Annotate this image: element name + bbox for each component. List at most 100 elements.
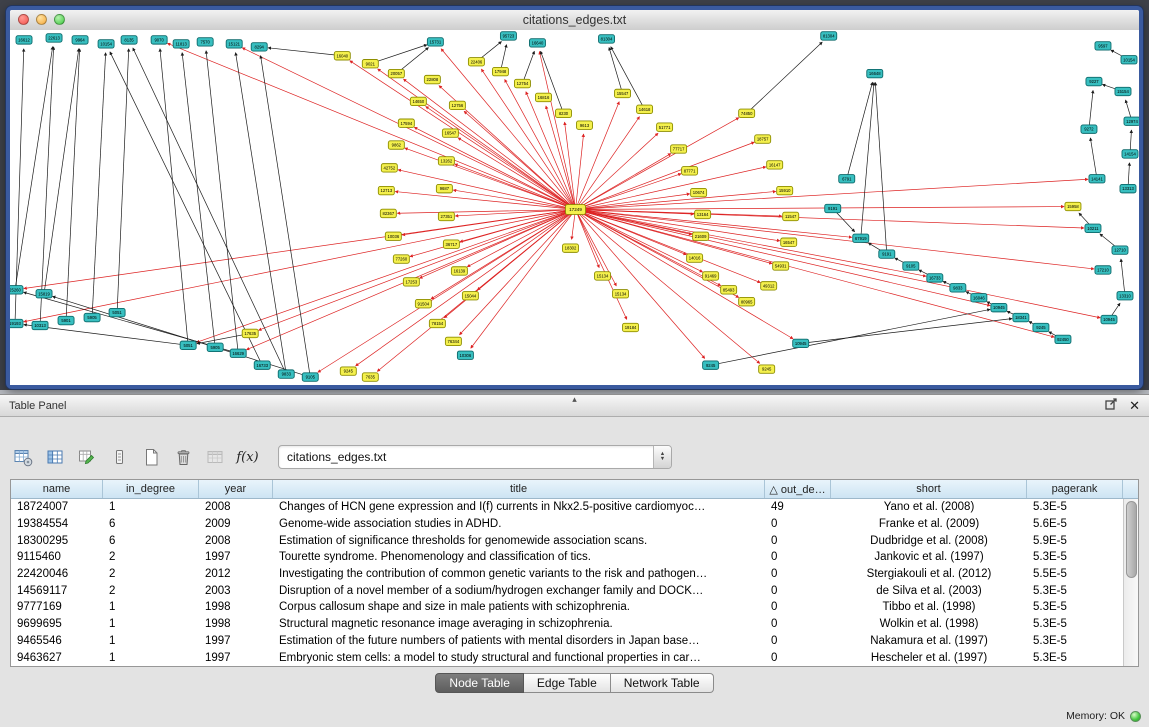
graph-node[interactable]: 5051 bbox=[109, 308, 125, 316]
graph-node[interactable]: 16147 bbox=[767, 161, 783, 169]
graph-node[interactable]: 80965 bbox=[739, 297, 755, 305]
graph-node[interactable]: 91504 bbox=[415, 299, 431, 307]
vertical-scrollbar[interactable] bbox=[1123, 499, 1138, 666]
graph-node[interactable]: 14650 bbox=[410, 97, 426, 105]
graph-node[interactable]: 19184 bbox=[623, 323, 639, 331]
graph-node[interactable]: 15819 bbox=[36, 290, 52, 298]
graph-node[interactable]: 36717 bbox=[443, 240, 459, 248]
graph-node[interactable]: 13310 bbox=[1117, 292, 1133, 300]
edit-table-icon[interactable] bbox=[74, 444, 101, 471]
graph-node[interactable]: 5901 bbox=[58, 316, 74, 324]
graph-node[interactable]: 17948 bbox=[492, 67, 508, 75]
column-header-name[interactable]: name bbox=[11, 480, 103, 498]
graph-node[interactable]: 12756 bbox=[449, 101, 465, 109]
graph-node[interactable]: 27351 bbox=[438, 212, 454, 220]
graph-node[interactable]: 77717 bbox=[671, 145, 687, 153]
table-row[interactable]: 1872400712008Changes of HCN gene express… bbox=[11, 499, 1123, 516]
network-window-titlebar[interactable]: citations_edges.txt bbox=[10, 10, 1139, 31]
graph-node[interactable]: 13313 bbox=[1120, 184, 1136, 192]
splitter-handle-icon[interactable]: ▴ bbox=[572, 395, 577, 404]
graph-node[interactable]: 9833 bbox=[278, 370, 294, 378]
graph-node[interactable]: 74850 bbox=[739, 109, 755, 117]
graph-node[interactable]: 15910 bbox=[777, 186, 793, 194]
graph-node[interactable]: 10945 bbox=[793, 339, 809, 347]
graph-node[interactable]: 10674 bbox=[691, 188, 707, 196]
graph-node[interactable]: 15731 bbox=[427, 38, 443, 46]
graph-node[interactable]: 92450 bbox=[1055, 335, 1071, 343]
tab-edge-table[interactable]: Edge Table bbox=[524, 673, 611, 693]
graph-node[interactable]: 16046 bbox=[971, 294, 987, 302]
graph-node[interactable]: 21609 bbox=[693, 232, 709, 240]
graph-node[interactable]: 16139 bbox=[451, 267, 467, 275]
graph-node[interactable]: 16816 bbox=[535, 93, 551, 101]
graph-node[interactable]: 17594 bbox=[398, 119, 414, 127]
graph-node[interactable]: 12974 bbox=[1124, 117, 1139, 125]
graph-node[interactable]: 22808 bbox=[424, 75, 440, 83]
graph-node[interactable]: 16040 bbox=[334, 52, 350, 60]
graph-node[interactable]: 8135 bbox=[121, 36, 137, 44]
graph-node[interactable]: 82367 bbox=[380, 209, 396, 217]
graph-node[interactable]: 16629 bbox=[230, 349, 246, 357]
graph-node[interactable]: 11547 bbox=[783, 212, 799, 220]
graph-node[interactable]: 78154 bbox=[429, 319, 445, 327]
graph-node[interactable]: 9105 bbox=[903, 262, 919, 270]
graph-node[interactable]: 14016 bbox=[687, 254, 703, 262]
graph-node[interactable]: 18302 bbox=[562, 244, 578, 252]
graph-node[interactable]: 16612 bbox=[16, 36, 32, 44]
graph-node[interactable]: 10154 bbox=[98, 40, 114, 48]
graph-node[interactable]: 76344 bbox=[445, 337, 461, 345]
delete-icon[interactable] bbox=[170, 444, 197, 471]
float-panel-icon[interactable] bbox=[1105, 397, 1118, 415]
graph-node[interactable]: 10211 bbox=[1085, 224, 1101, 232]
graph-node[interactable]: 8294 bbox=[251, 43, 267, 51]
graph-node[interactable]: 5051 bbox=[180, 341, 196, 349]
graph-node[interactable]: 10154 bbox=[1121, 56, 1137, 64]
graph-node[interactable]: 13262 bbox=[438, 157, 454, 165]
graph-node[interactable]: 16648 bbox=[867, 69, 883, 77]
graph-node[interactable]: 17635 bbox=[242, 329, 258, 337]
graph-node[interactable]: 17210 bbox=[1095, 266, 1111, 274]
close-panel-icon[interactable]: ✕ bbox=[1129, 399, 1140, 412]
graph-node[interactable]: 16547 bbox=[442, 129, 458, 137]
graph-node[interactable]: 12710 bbox=[1112, 246, 1128, 254]
graph-node[interactable]: 14141 bbox=[1089, 175, 1105, 183]
table-row[interactable]: 946362711997Embryonic stem cells: a mode… bbox=[11, 649, 1123, 666]
graph-node[interactable]: 9862 bbox=[388, 141, 404, 149]
graph-node[interactable]: 9687 bbox=[436, 184, 452, 192]
graph-node[interactable]: 11813 bbox=[173, 40, 189, 48]
graph-node[interactable]: 9597 bbox=[1095, 42, 1111, 50]
graph-node[interactable]: 9021 bbox=[362, 60, 378, 68]
graph-node[interactable]: 14618 bbox=[637, 105, 653, 113]
rename-column-icon[interactable] bbox=[106, 444, 133, 471]
graph-node[interactable]: 7570 bbox=[197, 38, 213, 46]
graph-node[interactable]: 18341 bbox=[1013, 313, 1029, 321]
graph-node[interactable]: 15154 bbox=[1115, 87, 1131, 95]
table-selector-dropdown[interactable]: citations_edges.txt ▲▼ bbox=[278, 445, 672, 469]
graph-node[interactable]: 10036 bbox=[385, 232, 401, 240]
graph-node[interactable]: 15044 bbox=[462, 292, 478, 300]
graph-node[interactable]: 25260 bbox=[10, 286, 23, 294]
graph-node[interactable]: 81304 bbox=[599, 35, 615, 43]
graph-node[interactable]: 22613 bbox=[46, 34, 62, 42]
column-header-in_degree[interactable]: in_degree bbox=[103, 480, 199, 498]
graph-node[interactable]: 22406 bbox=[468, 58, 484, 66]
close-window-button[interactable] bbox=[18, 14, 29, 25]
graph-node[interactable]: 10945 bbox=[991, 303, 1007, 311]
graph-node[interactable]: 17249 bbox=[565, 205, 585, 215]
graph-node[interactable]: 20057 bbox=[388, 69, 404, 77]
graph-node[interactable]: 9964 bbox=[72, 36, 88, 44]
graph-node[interactable]: 9613 bbox=[577, 121, 593, 129]
graph-node[interactable]: 9105 bbox=[302, 373, 318, 381]
graph-node[interactable]: 9191 bbox=[879, 250, 895, 258]
graph-node[interactable]: 9070 bbox=[151, 36, 167, 44]
table-row[interactable]: 1456911722003Disruption of a novel membe… bbox=[11, 582, 1123, 599]
graph-node[interactable]: 15547 bbox=[615, 89, 631, 97]
graph-node[interactable]: 16640 bbox=[529, 39, 545, 47]
graph-node[interactable]: 14154 bbox=[1122, 150, 1138, 158]
graph-node[interactable]: 10945 bbox=[1101, 315, 1117, 323]
graph-node[interactable]: 15958 bbox=[1065, 202, 1081, 210]
graph-node[interactable]: 9245 bbox=[1033, 323, 1049, 331]
graph-node[interactable]: 10313 bbox=[32, 321, 48, 329]
graph-node[interactable]: 67919 bbox=[853, 234, 869, 242]
graph-node[interactable]: 9245 bbox=[759, 365, 775, 373]
